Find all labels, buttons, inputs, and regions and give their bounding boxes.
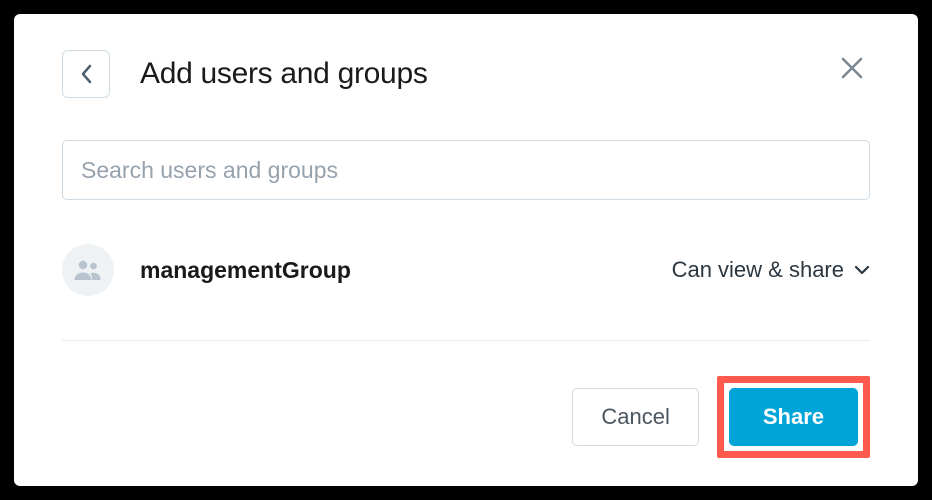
chevron-down-icon xyxy=(854,265,870,275)
modal-title: Add users and groups xyxy=(140,57,428,91)
modal-header: Add users and groups xyxy=(62,50,870,98)
close-button[interactable] xyxy=(834,50,870,86)
users-icon xyxy=(73,258,103,282)
group-row: managementGroup Can view & share xyxy=(62,244,870,341)
permission-label: Can view & share xyxy=(672,257,844,283)
share-button[interactable]: Share xyxy=(729,388,858,446)
group-avatar xyxy=(62,244,114,296)
modal-footer: Cancel Share xyxy=(62,350,870,458)
share-highlight: Share xyxy=(717,376,870,458)
chevron-left-icon xyxy=(80,64,92,84)
search-input[interactable] xyxy=(62,140,870,200)
group-name: managementGroup xyxy=(140,257,672,284)
add-users-modal: Add users and groups managementGroup Can… xyxy=(14,14,918,486)
back-button[interactable] xyxy=(62,50,110,98)
cancel-button[interactable]: Cancel xyxy=(572,388,698,446)
permission-dropdown[interactable]: Can view & share xyxy=(672,257,870,283)
close-icon xyxy=(839,55,865,81)
